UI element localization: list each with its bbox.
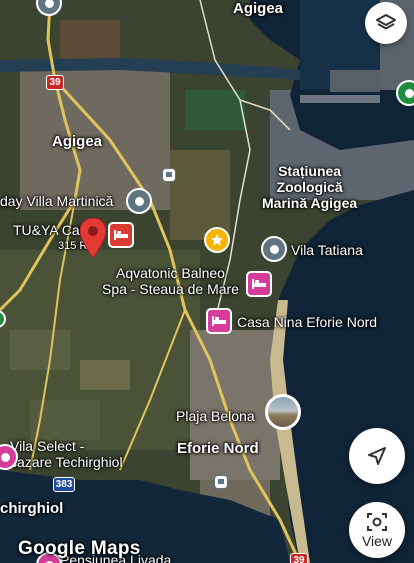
poi-label-statiunea[interactable]: Stațiunea Zoologică Marină Agigea <box>262 163 357 211</box>
place-label-agigea-port: Agigea <box>233 0 284 17</box>
layers-button[interactable] <box>365 2 407 44</box>
poi-label-vila-tatiana[interactable]: Vila Tatiana <box>291 242 363 258</box>
poi-pin-vila-tatiana[interactable] <box>261 236 287 262</box>
poi-label-villa-martinica[interactable]: day Villa Martinică <box>0 193 113 209</box>
bus-stop-icon[interactable] <box>162 168 176 182</box>
star-icon <box>211 234 223 246</box>
poi-label-aqvatonic[interactable]: Aqvatonic Balneo Spa - Steaua de Mare <box>102 265 239 297</box>
route-39-shield-top: 39 <box>46 75 64 90</box>
beach-photo-pin[interactable] <box>265 394 301 430</box>
poi-label-casa-nina[interactable]: Casa Nina Eforie Nord <box>237 314 377 330</box>
navigation-arrow-icon <box>368 447 386 465</box>
lodging-pin-tuya[interactable] <box>108 222 134 248</box>
poi-label-plaja-belona[interactable]: Plaja Belona <box>176 408 255 424</box>
satellite-map[interactable]: 39 383 39 Agigea Agigea day Villa Martin… <box>0 0 414 563</box>
view-label: View <box>361 532 393 549</box>
poi-label-vila-select[interactable]: Vila Select - cazare Techirghiol <box>10 438 123 470</box>
bed-icon <box>212 316 226 326</box>
layers-icon <box>376 14 396 30</box>
bed-icon <box>252 279 266 289</box>
lodging-pin-aqvatonic[interactable] <box>246 271 272 297</box>
place-label-eforie-nord: Eforie Nord <box>177 440 259 457</box>
my-location-button[interactable] <box>349 428 405 484</box>
place-label-techirghiol: chirghiol <box>0 500 64 517</box>
selected-location-marker-icon[interactable] <box>80 218 106 258</box>
poi-pin-villa-martinica[interactable] <box>126 188 152 214</box>
bed-icon <box>114 230 128 240</box>
lens-view-button[interactable]: View <box>349 502 405 558</box>
place-label-agigea: Agigea <box>52 133 103 150</box>
google-maps-attribution: Google Maps <box>18 538 141 559</box>
route-383-shield: 383 <box>53 477 75 492</box>
lens-icon <box>367 512 387 531</box>
lodging-pin-casa-nina[interactable] <box>206 308 232 334</box>
route-39-shield-bottom: 39 <box>290 553 308 563</box>
poi-label-tuya-cabin[interactable]: TU&YA Cab <box>13 222 87 238</box>
bus-stop-icon[interactable] <box>214 475 228 489</box>
saved-place-star-pin[interactable] <box>204 227 230 253</box>
